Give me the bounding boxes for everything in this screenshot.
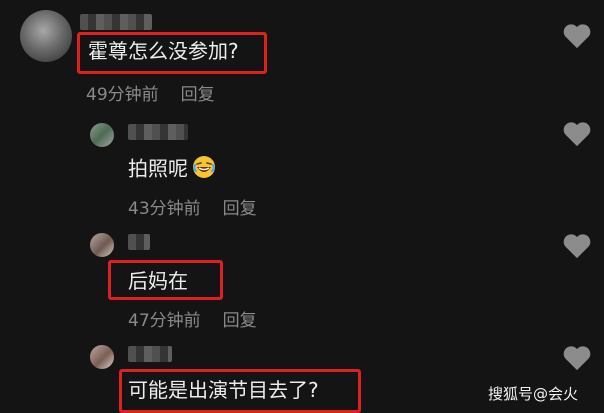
- comment-text: 拍照呢: [128, 155, 216, 185]
- avatar[interactable]: [20, 10, 72, 62]
- watermark: 搜狐号@会火: [488, 385, 579, 403]
- comment-meta: 49分钟前 回复: [86, 80, 215, 105]
- avatar[interactable]: [90, 345, 114, 369]
- reply-button[interactable]: 回复: [223, 311, 257, 331]
- highlight-box: [77, 32, 267, 74]
- highlight-box: [108, 260, 223, 300]
- comment-time: 47分钟前: [128, 311, 201, 331]
- username-blurred[interactable]: [128, 234, 150, 250]
- comment-text-label: 拍照呢: [128, 156, 188, 181]
- reply-button[interactable]: 回复: [223, 199, 257, 219]
- highlight-box: [119, 369, 361, 413]
- heart-icon[interactable]: [562, 232, 592, 260]
- heart-icon[interactable]: [562, 22, 592, 50]
- comment-meta: 43分钟前 回复: [128, 194, 257, 219]
- username-blurred[interactable]: [80, 14, 152, 30]
- username-blurred[interactable]: [128, 124, 188, 140]
- heart-icon[interactable]: [562, 344, 592, 372]
- comment-meta: 47分钟前 回复: [128, 306, 257, 331]
- laughing-emoji-icon: [192, 155, 216, 185]
- username-blurred[interactable]: [128, 346, 172, 362]
- comment-time: 43分钟前: [128, 199, 201, 219]
- heart-icon[interactable]: [562, 120, 592, 148]
- avatar[interactable]: [90, 123, 114, 147]
- reply-button[interactable]: 回复: [181, 85, 215, 105]
- avatar[interactable]: [90, 233, 114, 257]
- comment-time: 49分钟前: [86, 85, 159, 105]
